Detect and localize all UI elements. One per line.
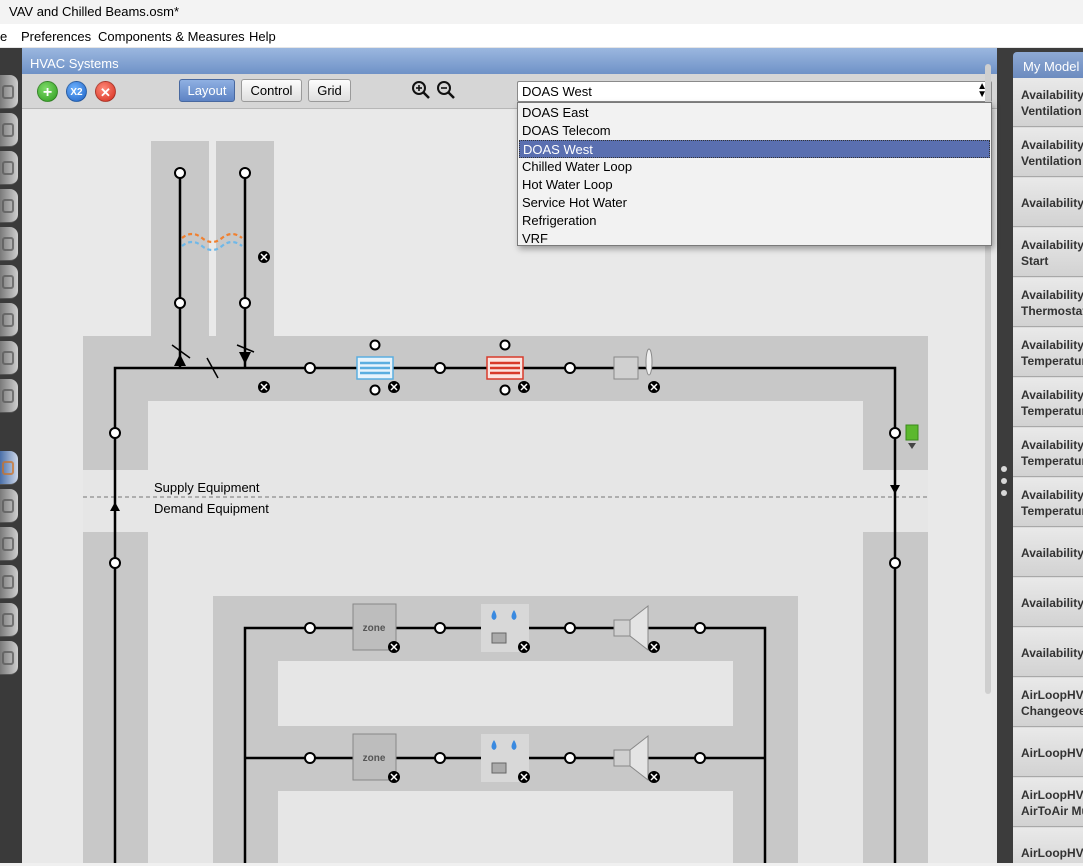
my-model-item-label: Availability: [1021, 338, 1083, 352]
x-icon: ✕: [100, 85, 111, 100]
my-model-item-label: Changeover: [1021, 704, 1083, 718]
my-model-item-label: Availability: [1021, 596, 1083, 610]
left-navigation-bar: [0, 48, 22, 863]
grid-view-button[interactable]: Grid: [308, 79, 351, 102]
menu-bar: e Preferences Components & Measures Help: [0, 24, 1083, 48]
title-bar: VAV and Chilled Beams.osm*: [0, 0, 1083, 24]
zoom-in-icon[interactable]: [411, 80, 431, 100]
system-option[interactable]: DOAS Telecom: [519, 122, 990, 140]
cooling-coil-icon: [356, 356, 394, 380]
remove-system-button[interactable]: ✕: [95, 81, 116, 102]
measures-tab-icon[interactable]: [0, 565, 18, 599]
facility-tab-icon[interactable]: [0, 303, 18, 337]
my-model-item[interactable]: Availability: [1013, 628, 1083, 677]
my-model-item-label: AirLoopHVAC: [1021, 788, 1083, 802]
menu-item-components-measures[interactable]: Components & Measures: [98, 29, 245, 44]
layout-view-button[interactable]: Layout: [179, 79, 235, 102]
my-model-item-label: Availability: [1021, 438, 1083, 452]
demand-equipment-label: Demand Equipment: [154, 501, 269, 516]
my-model-item[interactable]: AirLoopHVAC AirToAir Mu: [1013, 778, 1083, 827]
my-model-item-label: Temperature: [1021, 454, 1083, 468]
site-tab-icon[interactable]: [0, 75, 18, 109]
tab-my-model-label: My Model: [1023, 59, 1080, 74]
menu-item-preferences[interactable]: Preferences: [21, 29, 91, 44]
my-model-item-label: Availability: [1021, 646, 1083, 660]
schedules-tab-icon[interactable]: [0, 113, 18, 147]
system-option[interactable]: VRF: [519, 230, 990, 248]
my-model-item-label: Ventilation: [1021, 104, 1082, 118]
system-option[interactable]: Refrigeration: [519, 212, 990, 230]
my-model-item-label: Temperature: [1021, 404, 1083, 418]
my-model-item-label: AirToAir Mu: [1021, 804, 1083, 818]
svg-text:zone: zone: [363, 623, 386, 634]
my-model-item-label: Thermostat: [1021, 304, 1083, 318]
output-variables-tab-icon[interactable]: [0, 489, 18, 523]
system-option[interactable]: Service Hot Water: [519, 194, 990, 212]
plus-icon: +: [42, 84, 53, 101]
geometry-tab-icon[interactable]: [0, 265, 18, 299]
my-model-item-label: AirLoopHVAC: [1021, 746, 1083, 760]
my-model-item[interactable]: AirLoopHVAC Changeover: [1013, 678, 1083, 727]
hvac-systems-tab-icon[interactable]: [0, 451, 18, 485]
my-model-item[interactable]: Availability Temperature: [1013, 328, 1083, 377]
window-title: VAV and Chilled Beams.osm*: [9, 4, 180, 19]
system-select[interactable]: DOAS West ▲ ▼: [517, 81, 992, 102]
my-model-item[interactable]: Availability: [1013, 178, 1083, 227]
menu-item-help[interactable]: Help: [249, 29, 276, 44]
svg-text:zone: zone: [363, 753, 386, 764]
my-model-item-label: Availability: [1021, 88, 1083, 102]
my-model-item[interactable]: Availability Temperature: [1013, 378, 1083, 427]
my-model-item-label: Ventilation: [1021, 154, 1082, 168]
my-model-item-label: Availability: [1021, 546, 1083, 560]
my-model-item-label: AirLoopHVAC: [1021, 846, 1083, 860]
my-model-item[interactable]: Availability Start: [1013, 228, 1083, 277]
my-model-item[interactable]: Availability: [1013, 578, 1083, 627]
my-model-item-label: Availability: [1021, 238, 1083, 252]
panel-splitter[interactable]: [997, 48, 1011, 863]
system-option[interactable]: DOAS East: [519, 104, 990, 122]
system-option-selected[interactable]: DOAS West: [519, 140, 990, 158]
simulation-settings-tab-icon[interactable]: [0, 527, 18, 561]
system-select-value: DOAS West: [522, 84, 592, 99]
heating-coil-icon: [486, 356, 524, 380]
panel-header: HVAC Systems: [22, 48, 997, 74]
my-model-item-label: AirLoopHVAC: [1021, 688, 1083, 702]
my-model-item-label: Start: [1021, 254, 1049, 268]
my-model-list: Availability Ventilation Availability Venti…: [1013, 78, 1083, 863]
my-model-item-label: Availability: [1021, 196, 1083, 210]
spaces-tab-icon[interactable]: [0, 341, 18, 375]
my-model-item-label: Temperature: [1021, 354, 1083, 368]
my-model-item[interactable]: Availability Ventilation: [1013, 78, 1083, 127]
tab-my-model[interactable]: My Model: [1013, 52, 1083, 78]
system-option[interactable]: Hot Water Loop: [519, 176, 990, 194]
results-tab-icon[interactable]: [0, 641, 18, 675]
zoom-out-icon[interactable]: [436, 80, 456, 100]
duplicate-system-button[interactable]: X2: [66, 81, 87, 102]
my-model-item[interactable]: Availability Ventilation: [1013, 128, 1083, 177]
panel-title: HVAC Systems: [30, 56, 119, 71]
control-view-button[interactable]: Control: [241, 79, 302, 102]
my-model-item-label: Temperature: [1021, 504, 1083, 518]
my-model-item[interactable]: AirLoopHVAC: [1013, 728, 1083, 777]
menu-item-file[interactable]: e: [0, 29, 7, 44]
system-select-dropdown: DOAS East DOAS Telecom DOAS West Chilled…: [517, 102, 992, 246]
my-model-item-label: Availability: [1021, 388, 1083, 402]
loads-tab-icon[interactable]: [0, 189, 18, 223]
my-model-item[interactable]: Availability: [1013, 528, 1083, 577]
my-model-item[interactable]: Availability Thermostat: [1013, 278, 1083, 327]
constructions-tab-icon[interactable]: [0, 151, 18, 185]
supply-equipment-label: Supply Equipment: [154, 480, 260, 495]
run-simulation-tab-icon[interactable]: [0, 603, 18, 637]
space-types-tab-icon[interactable]: [0, 227, 18, 261]
my-model-panel: My Model Availability Ventilation Availabi…: [1011, 48, 1083, 863]
add-system-button[interactable]: +: [37, 81, 58, 102]
my-model-item[interactable]: AirLoopHVAC: [1013, 828, 1083, 863]
my-model-item-label: Availability: [1021, 488, 1083, 502]
my-model-item-label: Availability: [1021, 138, 1083, 152]
my-model-item[interactable]: Availability Temperature: [1013, 428, 1083, 477]
my-model-item[interactable]: Availability Temperature: [1013, 478, 1083, 527]
system-option[interactable]: Chilled Water Loop: [519, 158, 990, 176]
my-model-item-label: Availability: [1021, 288, 1083, 302]
thermal-zones-tab-icon[interactable]: [0, 379, 18, 413]
